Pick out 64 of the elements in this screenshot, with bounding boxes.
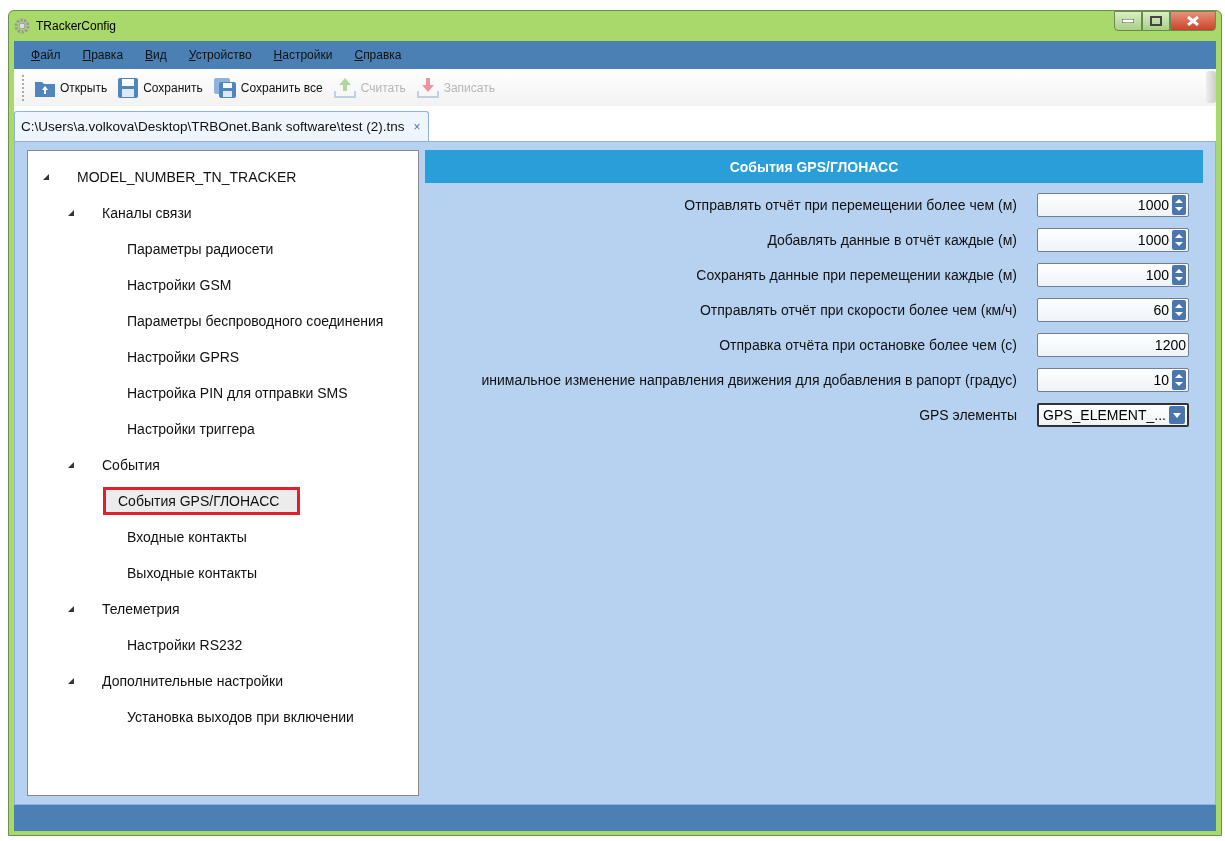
tree-item[interactable]: Каналы связи bbox=[94, 199, 200, 227]
window-title: TRackerConfig bbox=[36, 19, 118, 33]
tree-item[interactable]: События bbox=[94, 451, 168, 479]
close-icon bbox=[1187, 16, 1199, 26]
field-label: Сохранять данные при перемещении каждые (м) bbox=[696, 267, 1017, 283]
tree-item[interactable]: Параметры радиосети bbox=[119, 235, 282, 263]
spin-arrows-icon[interactable] bbox=[1172, 300, 1186, 320]
toolbar-button[interactable]: Сохранить все bbox=[209, 72, 326, 103]
upload-arrow-icon bbox=[332, 76, 357, 99]
download-arrow-icon bbox=[415, 76, 440, 99]
field-label: инимальное изменение направления движения для добавления в рапорт (градус) bbox=[481, 372, 1017, 388]
spin-box[interactable]: 10 bbox=[1037, 368, 1189, 392]
menu-item[interactable]: Правка bbox=[71, 48, 135, 62]
tree-item[interactable]: Установка выходов при включении bbox=[119, 703, 362, 731]
field-label: Отправка отчёта при остановке более чем (с) bbox=[719, 337, 1017, 353]
tree-item[interactable]: Настройки RS232 bbox=[119, 631, 251, 659]
dropdown[interactable]: GPS_ELEMENT_... bbox=[1037, 403, 1189, 427]
spin-arrows-icon[interactable] bbox=[1172, 230, 1186, 250]
tree-item[interactable]: Настройка PIN для отправки SMS bbox=[119, 379, 356, 407]
minimize-button[interactable] bbox=[1114, 11, 1142, 31]
toolbar-button[interactable]: Сохранить bbox=[114, 72, 206, 103]
collapse-arrow-icon[interactable] bbox=[67, 605, 75, 613]
field-label: Отправлять отчёт при перемещении более чем (м) bbox=[684, 197, 1017, 213]
close-tab-button[interactable]: × bbox=[413, 119, 421, 134]
panel-header: События GPS/ГЛОНАСС bbox=[425, 150, 1203, 183]
floppy-disks-icon bbox=[212, 76, 237, 99]
spin-box[interactable]: 1000 bbox=[1037, 228, 1189, 252]
menu-item[interactable]: Устройство bbox=[177, 48, 263, 62]
tree-item[interactable]: Настройки GPRS bbox=[119, 343, 248, 371]
tree-item[interactable]: События GPS/ГЛОНАСС bbox=[103, 487, 301, 515]
field-label: Отправлять отчёт при скорости более чем (км/ч) bbox=[700, 302, 1017, 318]
menu-item[interactable]: Справка bbox=[343, 48, 413, 62]
maximize-button[interactable] bbox=[1142, 11, 1170, 31]
spin-box[interactable]: 60 bbox=[1037, 298, 1189, 322]
collapse-arrow-icon[interactable] bbox=[67, 209, 75, 217]
scrollbar[interactable] bbox=[1206, 71, 1216, 103]
tree-item[interactable]: Входные контакты bbox=[119, 523, 255, 551]
spin-box[interactable]: 100 bbox=[1037, 263, 1189, 287]
tree-item[interactable]: Дополнительные настройки bbox=[94, 667, 291, 695]
spin-box[interactable]: 1000 bbox=[1037, 193, 1189, 217]
spin-arrows-icon[interactable] bbox=[1172, 195, 1186, 215]
tree-item[interactable]: Настройки GSM bbox=[119, 271, 240, 299]
field-label: GPS элементы bbox=[919, 407, 1017, 423]
tree-item[interactable]: Выходные контакты bbox=[119, 559, 265, 587]
collapse-arrow-icon[interactable] bbox=[67, 461, 75, 469]
gear-icon bbox=[14, 18, 30, 34]
collapse-arrow-icon[interactable] bbox=[42, 173, 50, 181]
input-field[interactable]: 1200 bbox=[1037, 333, 1189, 357]
minimize-icon bbox=[1122, 19, 1134, 23]
tree-item[interactable]: MODEL_NUMBER_TN_TRACKER bbox=[69, 163, 305, 191]
field-label: Добавлять данные в отчёт каждые (м) bbox=[767, 232, 1017, 248]
menu-item[interactable]: Вид bbox=[134, 48, 178, 62]
document-tab[interactable]: C:\Users\a.volkova\Desktop\TRBOnet.Bank software\test (2).tns × bbox=[14, 111, 430, 141]
spin-arrows-icon[interactable] bbox=[1172, 370, 1186, 390]
maximize-icon bbox=[1150, 16, 1162, 26]
close-button[interactable] bbox=[1170, 11, 1216, 31]
tree-item[interactable]: Настройки триггера bbox=[119, 415, 263, 443]
spin-arrows-icon[interactable] bbox=[1172, 265, 1186, 285]
menu-item[interactable]: Настройки bbox=[262, 48, 344, 62]
menu-item[interactable]: Файл bbox=[20, 48, 72, 62]
collapse-arrow-icon[interactable] bbox=[67, 677, 75, 685]
toolbar-button[interactable]: Открыть bbox=[31, 72, 111, 103]
tree-item[interactable]: Параметры беспроводного соединения bbox=[119, 307, 392, 335]
tree-item[interactable]: Телеметрия bbox=[94, 595, 188, 623]
